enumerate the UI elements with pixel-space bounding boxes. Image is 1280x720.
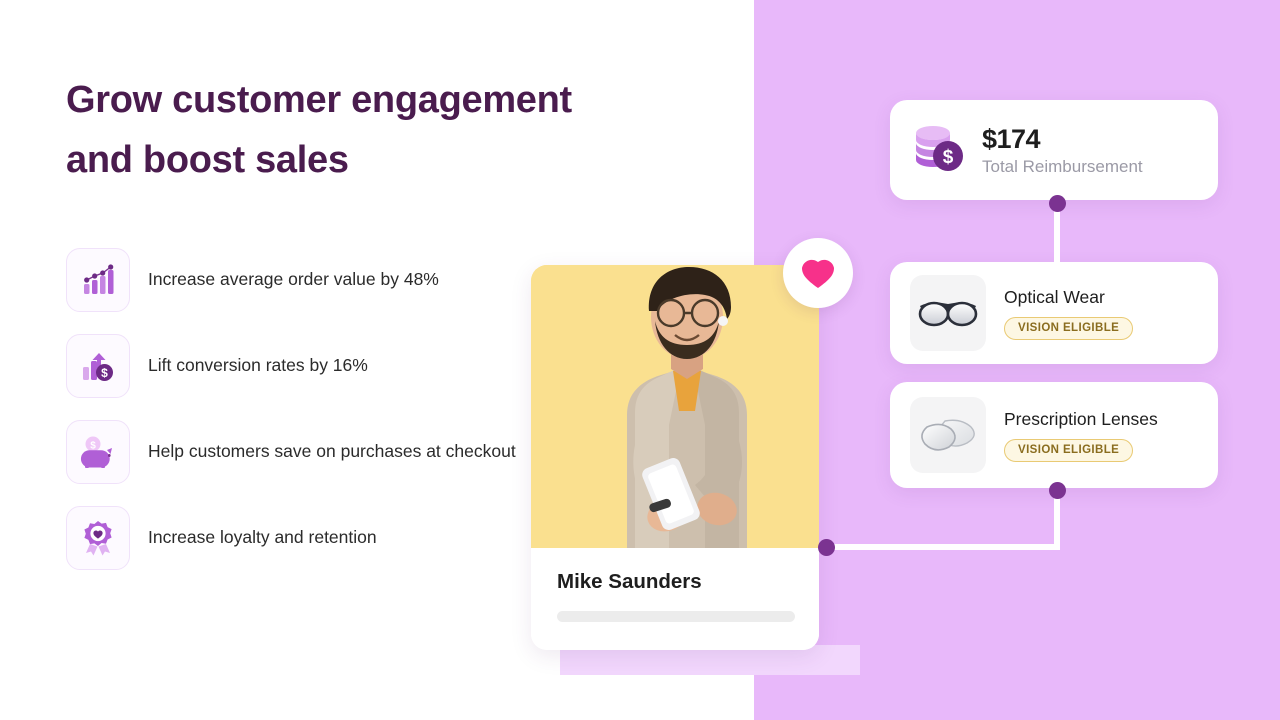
product-title: Optical Wear [1004,286,1105,307]
piggy-bank-icon: $ [66,420,130,484]
reimbursement-amount: $174 [982,123,1041,154]
total-reimbursement-card[interactable]: $ $174 Total Reimbursement [890,100,1218,200]
reimbursement-label: Total Reimbursement [982,156,1143,176]
svg-text:$: $ [101,366,108,380]
connector-dot-left [818,539,835,556]
arrow-up-dollar-coin-icon: $ [66,334,130,398]
product-title: Prescription Lenses [1004,408,1158,429]
product-card-prescription-lenses[interactable]: Prescription Lenses VISION ELIGIBLE [890,382,1218,488]
eyeglasses-icon [910,275,986,351]
product-text-group: Prescription Lenses VISION ELIGIBLE [1004,409,1158,462]
product-text-group: Optical Wear VISION ELIGIBLE [1004,286,1134,340]
heart-icon[interactable] [783,238,853,308]
profile-detail-placeholder [557,611,795,622]
profile-info: Mike Saunders [531,548,819,650]
svg-text:$: $ [90,441,96,452]
award-ribbon-heart-icon [66,506,130,570]
feature-list: Increase average order value by 48% $ Li… [66,248,536,592]
profile-photo-card: Mike Saunders [531,265,819,650]
connector-dot-bottom [1049,482,1066,499]
feature-label: Help customers save on purchases at chec… [148,441,516,462]
profile-photo [531,265,819,548]
headline-line-1: Grow customer engagement [66,79,572,121]
page-title: Grow customer engagement and boost sales [66,70,666,190]
lenses-icon [910,397,986,473]
status-badge: VISION ELIGIBLE [1004,316,1134,340]
person-illustration [531,265,819,548]
connector-line-bottom-horizontal [826,544,1060,550]
feature-item-loyalty: Increase loyalty and retention [66,506,536,570]
bar-chart-growth-icon [66,248,130,312]
reimbursement-text-group: $174 Total Reimbursement [982,124,1143,177]
product-card-optical-wear[interactable]: Optical Wear VISION ELIGIBLE [890,262,1218,364]
feature-item-savings: $ Help customers save on purchases at ch… [66,420,536,484]
headline-line-2: and boost sales [66,139,349,182]
feature-item-order-value: Increase average order value by 48% [66,248,536,312]
profile-name: Mike Saunders [557,570,702,593]
status-badge: VISION ELIGIBLE [1004,438,1134,462]
coin-stack-dollar-icon: $ [912,123,964,178]
feature-item-conversion: $ Lift conversion rates by 16% [66,334,536,398]
feature-label: Increase average order value by 48% [148,269,439,290]
feature-label: Lift conversion rates by 16% [148,355,368,376]
feature-label: Increase loyalty and retention [148,527,377,548]
connector-dot-top [1049,195,1066,212]
svg-text:$: $ [943,147,954,168]
